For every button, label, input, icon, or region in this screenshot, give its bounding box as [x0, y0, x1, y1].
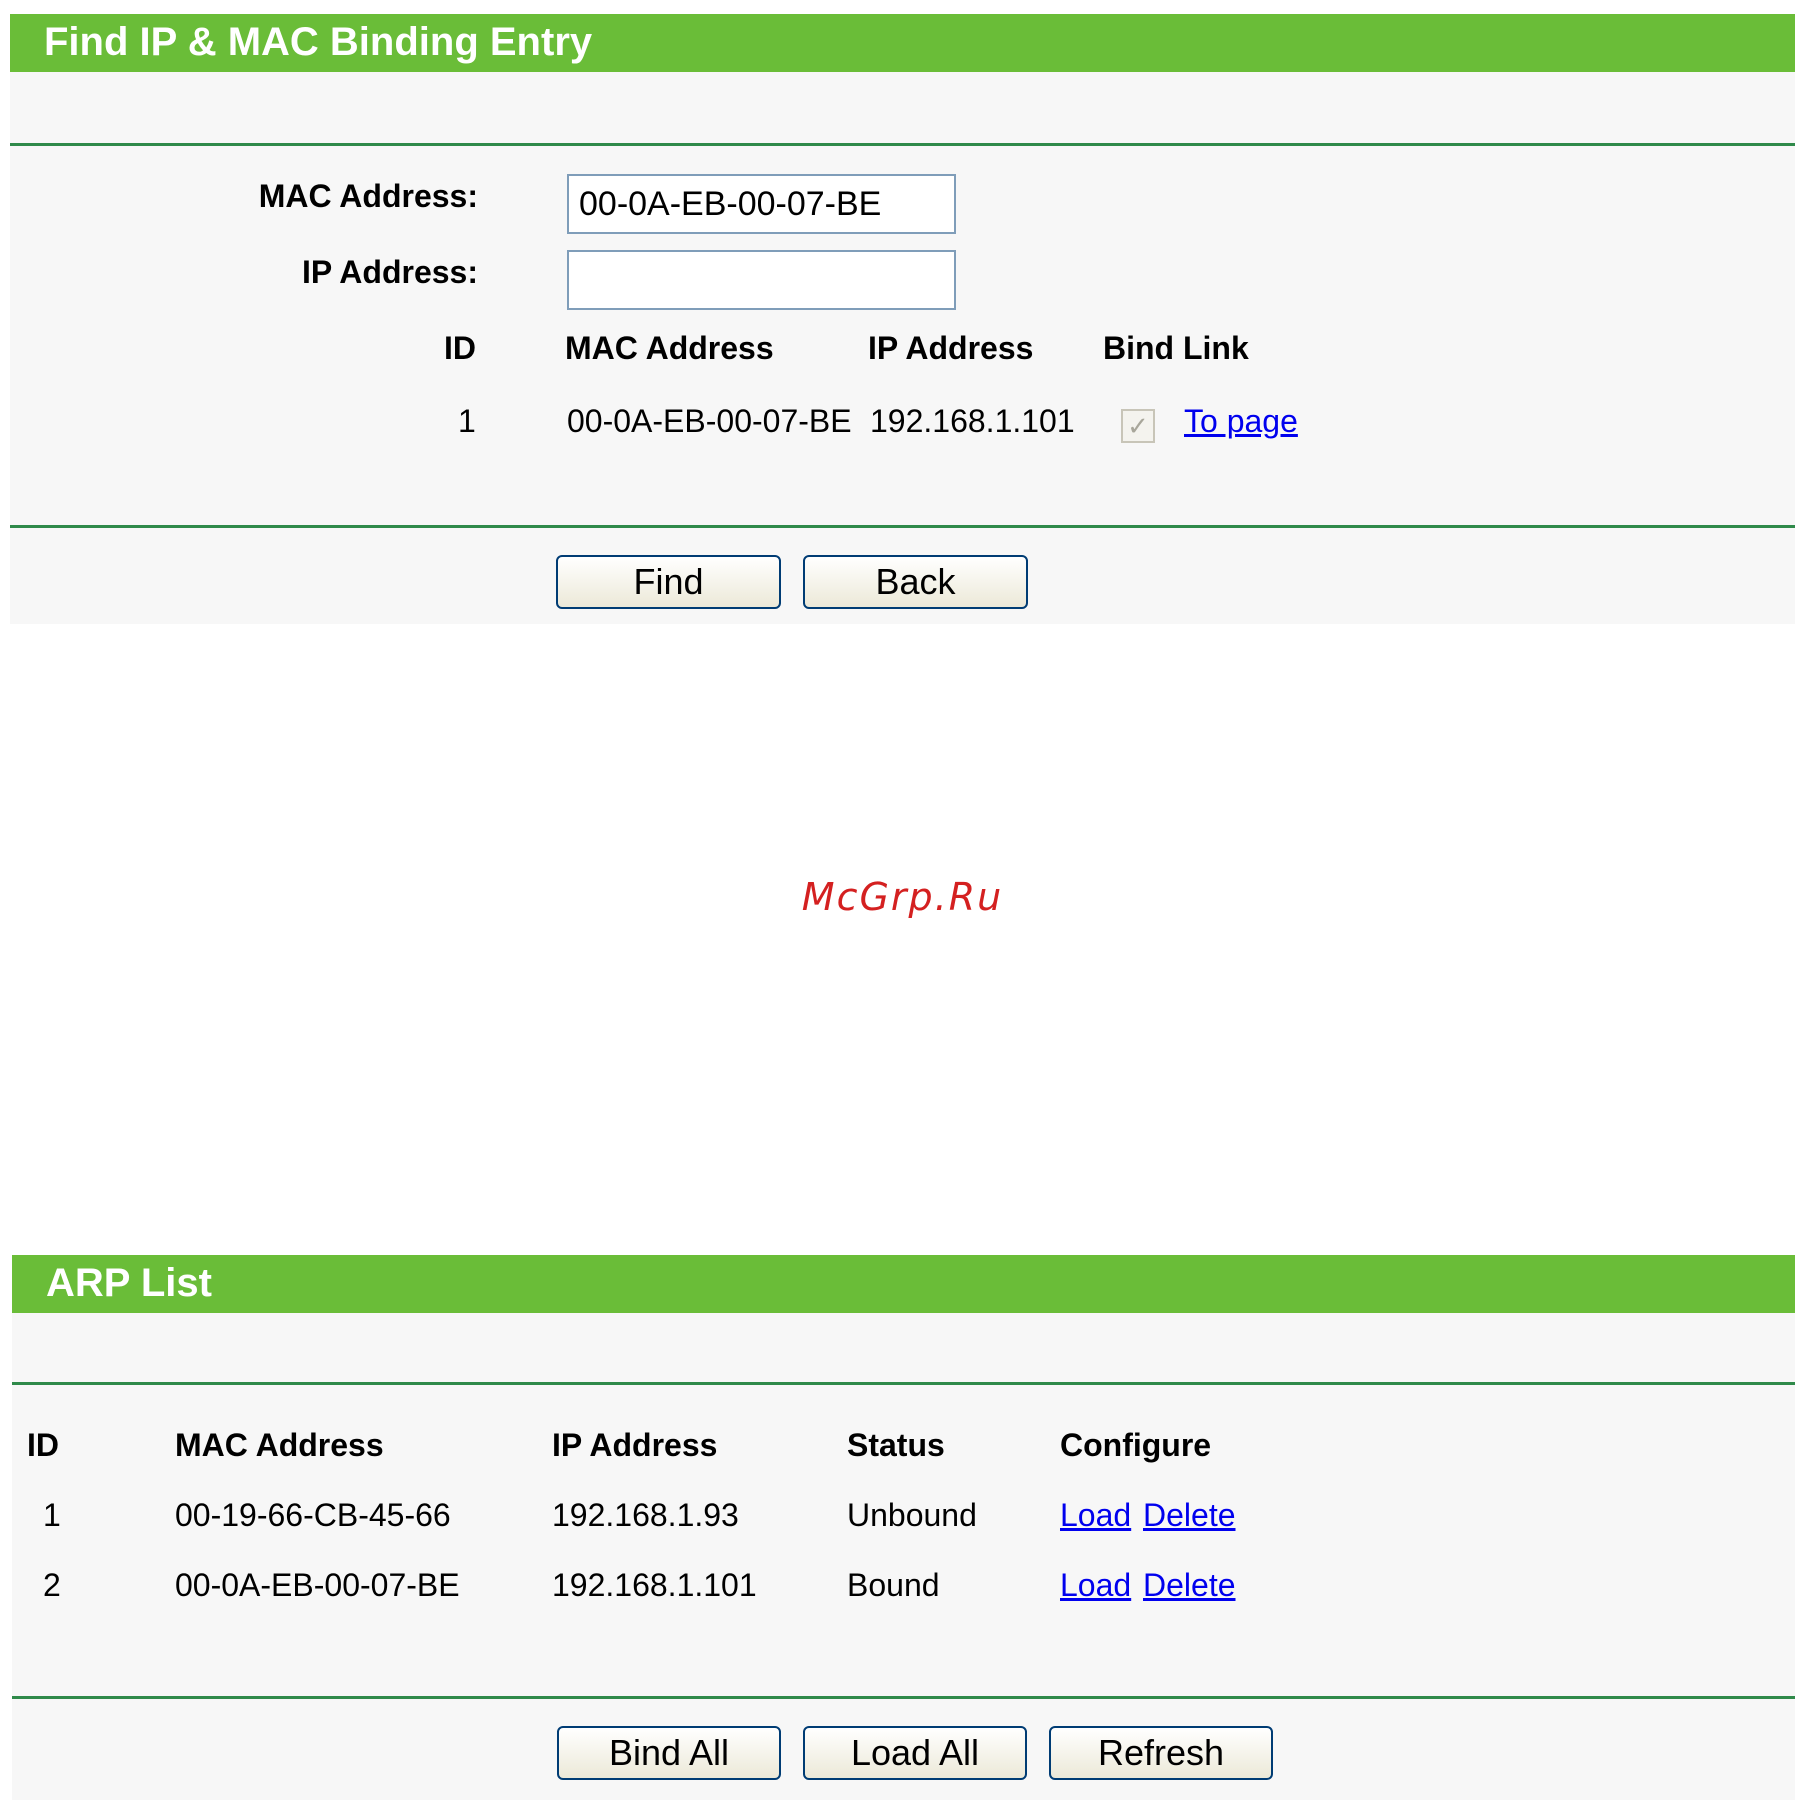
- bind-all-button[interactable]: Bind All: [557, 1726, 781, 1780]
- find-col-mac: MAC Address: [565, 330, 774, 366]
- find-col-ip: IP Address: [868, 330, 1034, 366]
- arp-col-id: ID: [27, 1427, 59, 1463]
- find-top-divider: [10, 143, 1795, 146]
- arp-row-2-mac: 00-0A-EB-00-07-BE: [175, 1567, 460, 1603]
- load-all-button[interactable]: Load All: [803, 1726, 1027, 1780]
- watermark: McGrp.Ru: [801, 875, 1004, 919]
- arp-row-1-ip: 192.168.1.93: [552, 1497, 739, 1533]
- find-result-bind-checkbox[interactable]: ✓: [1121, 409, 1155, 443]
- find-col-bind-link: Bind Link: [1103, 330, 1249, 366]
- find-result-mac: 00-0A-EB-00-07-BE: [567, 403, 852, 439]
- find-section-title: Find IP & MAC Binding Entry: [10, 14, 1795, 72]
- to-page-link[interactable]: To page: [1184, 403, 1298, 440]
- arp-row-2-id: 2: [43, 1567, 61, 1603]
- find-result-id: 1: [458, 403, 476, 439]
- arp-row-1-delete-link[interactable]: Delete: [1143, 1497, 1236, 1534]
- find-bottom-divider: [10, 525, 1795, 528]
- arp-col-status: Status: [847, 1427, 945, 1463]
- arp-top-divider: [12, 1382, 1795, 1385]
- check-icon: ✓: [1127, 411, 1149, 441]
- arp-row-2-delete-link[interactable]: Delete: [1143, 1567, 1236, 1604]
- refresh-button[interactable]: Refresh: [1049, 1726, 1273, 1780]
- arp-row-1-load-link[interactable]: Load: [1060, 1497, 1131, 1534]
- arp-bottom-divider: [12, 1696, 1795, 1699]
- ip-address-label: IP Address:: [301, 254, 478, 290]
- find-result-ip: 192.168.1.101: [870, 403, 1075, 439]
- arp-row-2-ip: 192.168.1.101: [552, 1567, 757, 1603]
- arp-row-1-mac: 00-19-66-CB-45-66: [175, 1497, 451, 1533]
- arp-row-2-load-link[interactable]: Load: [1060, 1567, 1131, 1604]
- mac-address-label: MAC Address:: [258, 178, 478, 214]
- back-button[interactable]: Back: [803, 555, 1028, 609]
- arp-row-1-id: 1: [43, 1497, 61, 1533]
- ip-address-input[interactable]: [567, 250, 956, 310]
- mac-address-input[interactable]: [567, 174, 956, 234]
- arp-col-configure: Configure: [1060, 1427, 1212, 1463]
- arp-section-title: ARP List: [12, 1255, 1795, 1313]
- arp-row-1-status: Unbound: [847, 1497, 977, 1533]
- arp-col-mac: MAC Address: [175, 1427, 384, 1463]
- find-panel: [10, 14, 1795, 624]
- find-col-id: ID: [444, 330, 476, 366]
- find-button[interactable]: Find: [556, 555, 781, 609]
- arp-col-ip: IP Address: [552, 1427, 718, 1463]
- arp-row-2-status: Bound: [847, 1567, 940, 1603]
